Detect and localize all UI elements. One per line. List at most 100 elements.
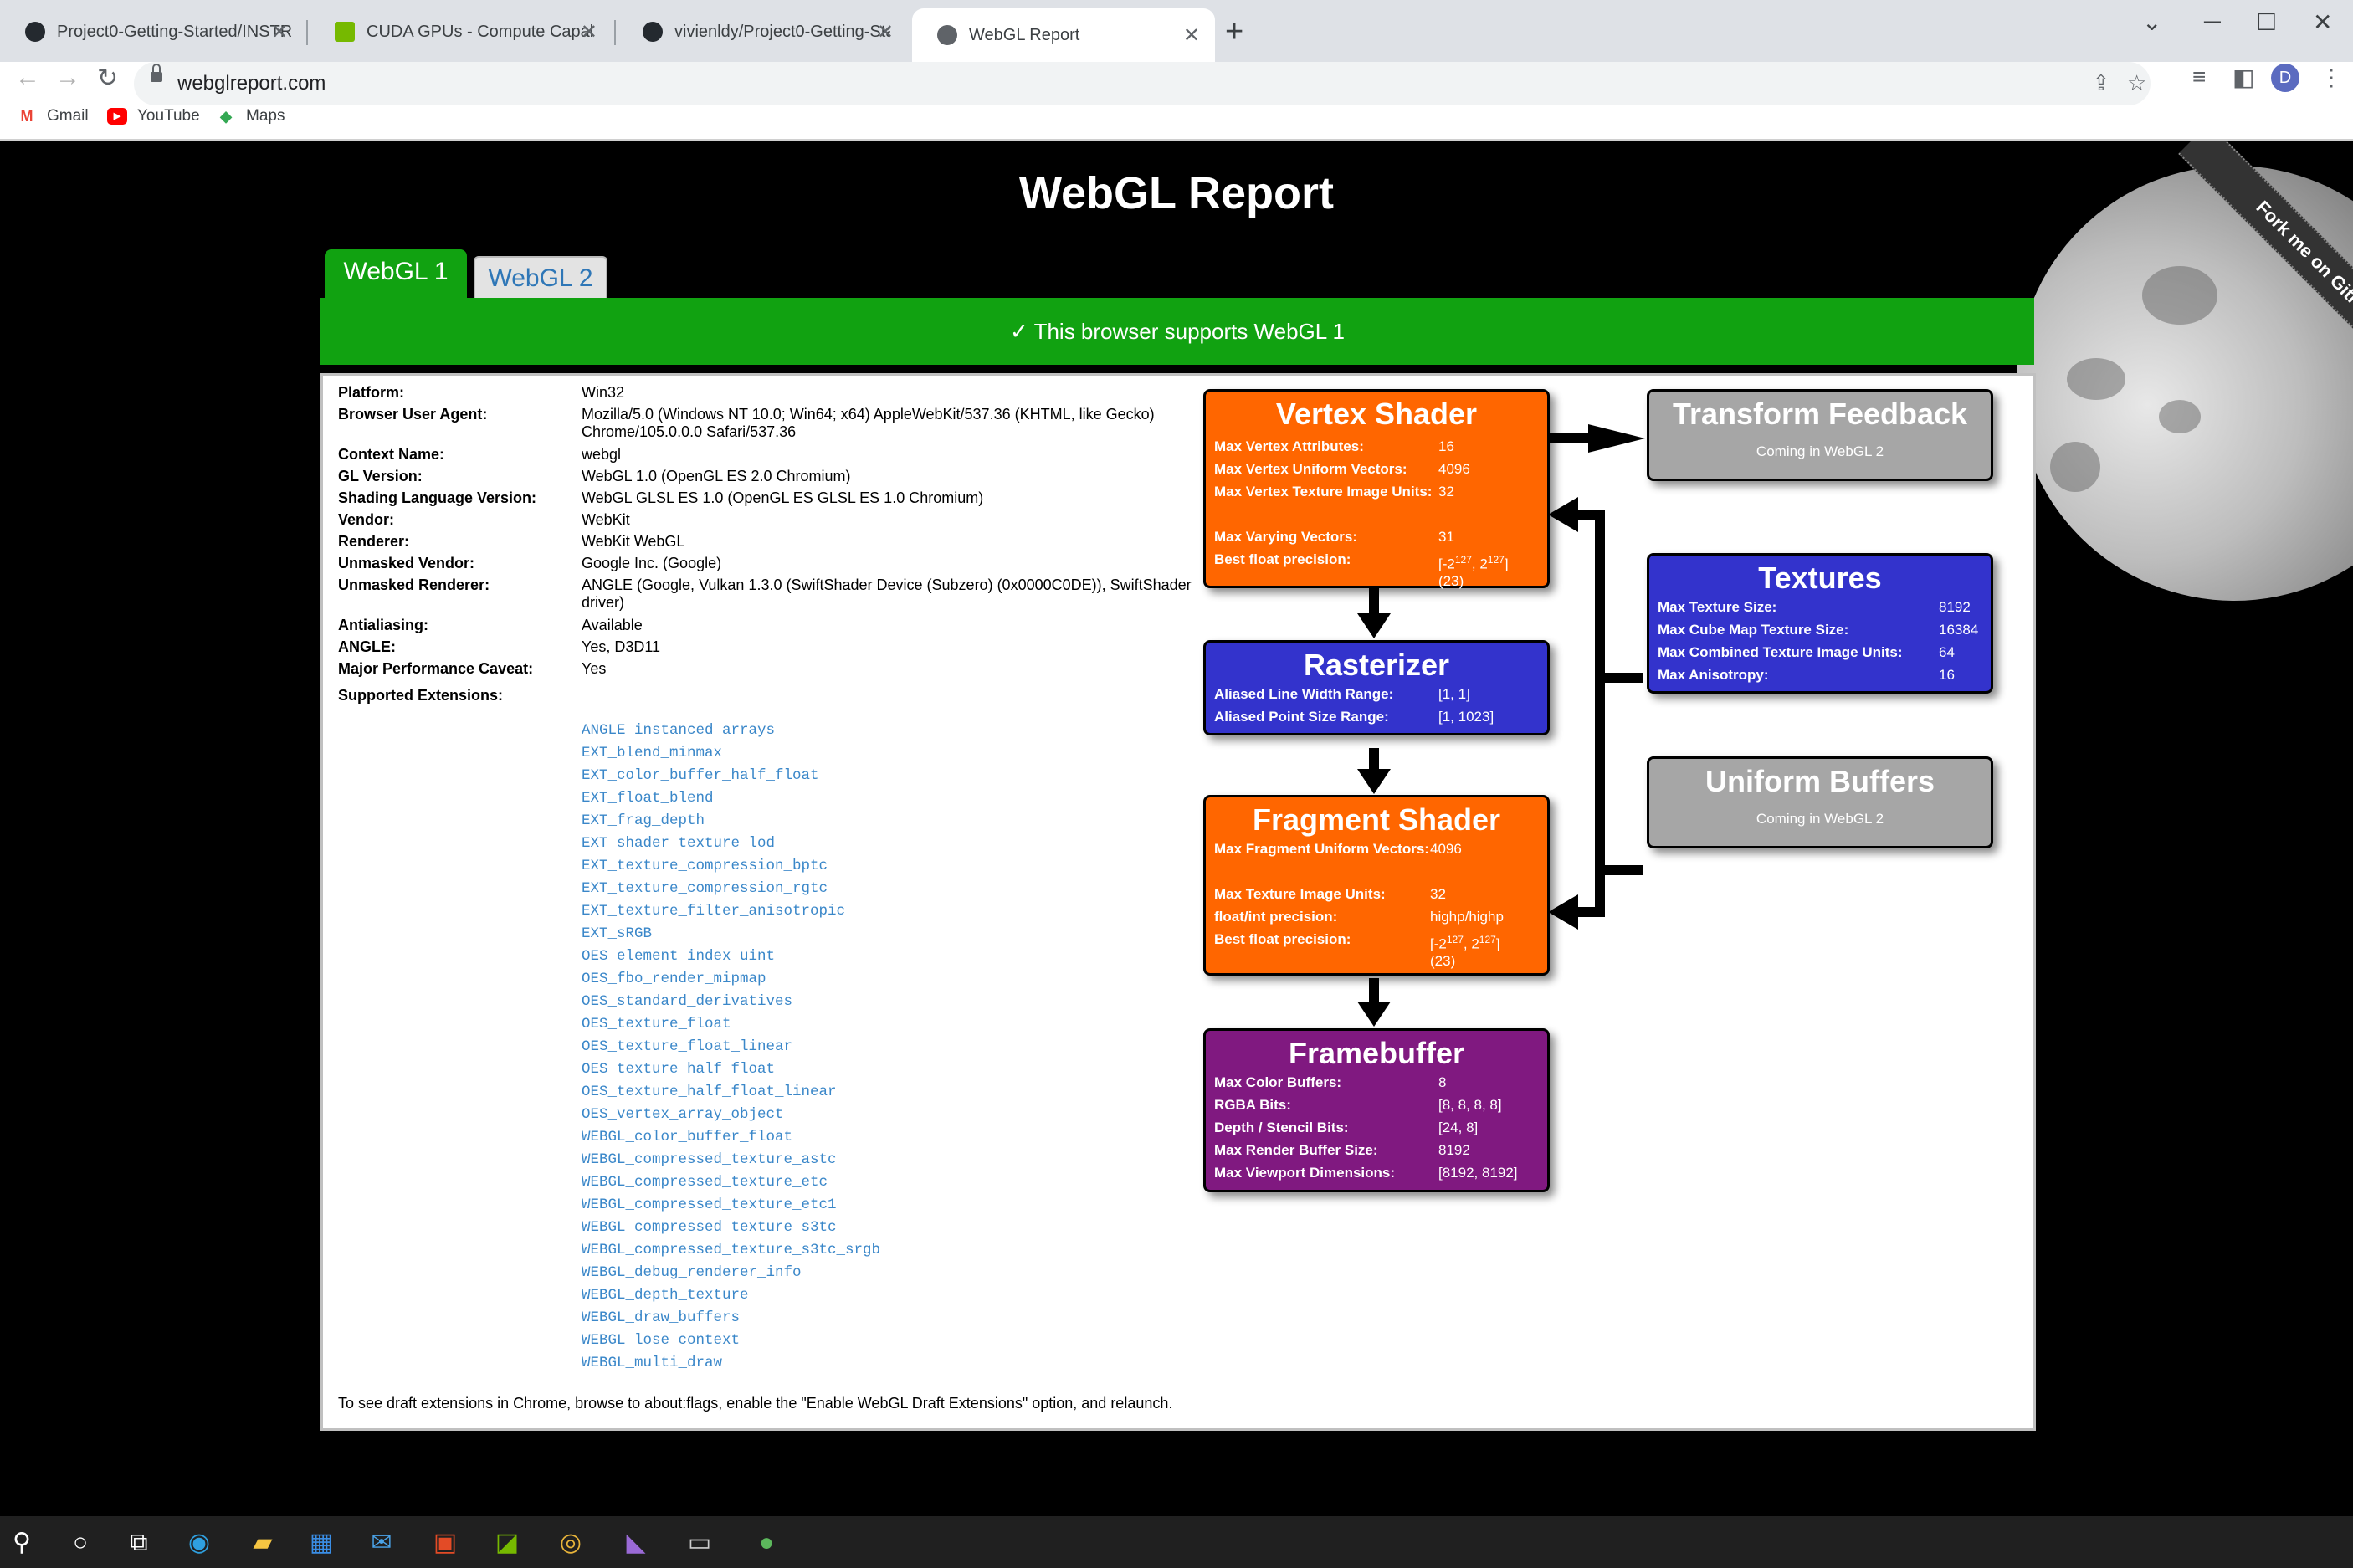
- arrow-to-fragment-from-textures: [1574, 907, 1605, 917]
- maps-icon: ◆: [220, 108, 232, 125]
- pipeline-value: 31: [1438, 529, 1454, 545]
- close-tab-icon[interactable]: ✕: [271, 20, 288, 44]
- uniform-buffers-box: Uniform Buffers Coming in WebGL 2: [1647, 756, 1993, 848]
- lock-icon[interactable]: [151, 64, 162, 82]
- pipeline-label: Max Render Buffer Size:: [1214, 1142, 1378, 1158]
- browser-tab-active[interactable]: WebGL Report ✕: [912, 8, 1215, 62]
- uniform-buffers-title: Uniform Buffers: [1705, 764, 1935, 798]
- moon-crater: [2050, 442, 2100, 492]
- globe-icon: [937, 25, 957, 45]
- browser-tab-title: WebGL Report: [969, 25, 1080, 44]
- pipeline-label: Best float precision:: [1214, 551, 1351, 567]
- nvidia-icon[interactable]: ◪nvidia-icon: [490, 1526, 524, 1560]
- bookmark-label: Maps: [246, 107, 285, 125]
- pipeline-value: 8192: [1939, 599, 1971, 615]
- textures-title: Textures: [1758, 561, 1882, 595]
- pipeline-label: Max Texture Image Units:: [1214, 886, 1386, 902]
- connector-textures: [1605, 673, 1643, 683]
- office-icon[interactable]: ▣office-icon: [428, 1526, 462, 1560]
- pipeline-label: Max Color Buffers:: [1214, 1074, 1342, 1090]
- github-icon: [643, 22, 663, 42]
- url-text[interactable]: webglreport.com: [177, 72, 326, 95]
- close-tab-icon[interactable]: ✕: [1183, 23, 1200, 48]
- address-bar[interactable]: webglreport.com ⇪ ☆: [134, 62, 2151, 105]
- bookmark-star-icon[interactable]: ☆: [2127, 70, 2146, 96]
- bookmark-gmail[interactable]: M Gmail: [17, 104, 89, 129]
- pipeline-value: 8: [1438, 1074, 1447, 1090]
- maximize-button[interactable]: ☐: [2256, 8, 2277, 36]
- pipeline-value: [-2127, 2127] (23): [1438, 554, 1509, 589]
- side-panel-icon[interactable]: ◧: [2233, 64, 2254, 91]
- new-tab-button[interactable]: +: [1225, 13, 1243, 50]
- bookmark-youtube[interactable]: ▶ YouTube: [107, 104, 200, 129]
- browser-tab-3[interactable]: vivienldy/Project0-Getting-Starte ✕: [618, 12, 909, 52]
- pipeline-label: Max Cube Map Texture Size:: [1658, 622, 1849, 638]
- arrow-trunk: [1595, 510, 1605, 917]
- close-window-button[interactable]: ✕: [2313, 8, 2332, 36]
- vertex-shader-box: Vertex Shader Max Vertex Attributes: 16 Ma…: [1203, 389, 1550, 589]
- transform-feedback-title: Transform Feedback: [1672, 397, 1968, 431]
- close-tab-icon[interactable]: ✕: [581, 20, 597, 44]
- pipeline-value: 8192: [1438, 1142, 1470, 1158]
- pipeline-value: 16: [1438, 438, 1454, 454]
- arrow-head: [1357, 613, 1391, 638]
- browser-tab-title: Project0-Getting-Started/INSTRU: [57, 22, 291, 41]
- arrow-to-framebuffer: [1369, 978, 1379, 1005]
- tab-search-icon[interactable]: ⌄: [2142, 8, 2161, 36]
- edge-icon[interactable]: ◉edge-icon: [182, 1526, 216, 1560]
- pipeline-value: [8, 8, 8, 8]: [1438, 1097, 1502, 1113]
- visual-studio-icon[interactable]: ◣visual-studio-icon: [619, 1526, 653, 1560]
- globe-app-icon[interactable]: ●globe-app-icon: [750, 1526, 783, 1560]
- arrow-to-vertex: [1574, 510, 1605, 520]
- bookmark-maps[interactable]: ◆ Maps: [216, 104, 285, 129]
- fragment-shader-title: Fragment Shader: [1252, 802, 1501, 837]
- file-explorer-icon[interactable]: ▰file-explorer-icon: [246, 1526, 279, 1560]
- textures-box: Textures Max Texture Size: 8192 Max Cube M…: [1647, 553, 1993, 694]
- cortana-icon[interactable]: ○cortana-icon: [64, 1526, 97, 1560]
- chrome-icon[interactable]: ◎chrome-icon: [554, 1526, 587, 1560]
- pipeline-value: [8192, 8192]: [1438, 1165, 1518, 1181]
- task-view-icon[interactable]: ⧉task-view-icon: [122, 1526, 156, 1560]
- tab-strip: Project0-Getting-Started/INSTRU ✕ CUDA G…: [0, 0, 2353, 62]
- browser-tab-2[interactable]: CUDA GPUs - Compute Capabilit ✕: [310, 12, 613, 52]
- framebuffer-title: Framebuffer: [1288, 1036, 1465, 1070]
- arrow-head: [1548, 894, 1578, 930]
- pipeline-label: RGBA Bits:: [1214, 1097, 1291, 1113]
- tab-separator: [306, 20, 308, 45]
- menu-icon[interactable]: ⋮: [2320, 64, 2343, 91]
- tab-webgl-2[interactable]: WebGL 2: [474, 256, 607, 300]
- close-tab-icon[interactable]: ✕: [877, 20, 894, 44]
- pipeline-value: [1, 1023]: [1438, 709, 1494, 725]
- pipeline-label: Max Texture Size:: [1658, 599, 1777, 615]
- pipeline-label: Max Varying Vectors:: [1214, 529, 1358, 545]
- browser-tab-1[interactable]: Project0-Getting-Started/INSTRU ✕: [0, 12, 303, 52]
- arrow-head: [1357, 769, 1391, 794]
- windows-taskbar: ⚲search-icon ○cortana-icon ⧉task-view-icon…: [0, 1516, 2353, 1568]
- pipeline-value: 32: [1438, 484, 1454, 500]
- moon-crater: [2159, 400, 2201, 433]
- pipeline-value: 4096: [1430, 841, 1462, 857]
- report-panel: Platform: Win32 Browser User Agent: Mozilla…: [320, 373, 2036, 1431]
- pipeline-label: Max Vertex Texture Image Units:: [1214, 484, 1433, 500]
- rasterizer-title: Rasterizer: [1303, 648, 1450, 682]
- store-icon[interactable]: ▦store-icon: [305, 1526, 338, 1560]
- pipeline-label: Aliased Line Width Range:: [1214, 686, 1394, 702]
- search-icon[interactable]: ⚲search-icon: [5, 1526, 38, 1560]
- coming-soon-note: Coming in WebGL 2: [1756, 443, 1884, 459]
- share-icon[interactable]: ⇪: [2092, 70, 2110, 96]
- pipeline-value: 4096: [1438, 461, 1470, 477]
- forward-button[interactable]: →: [55, 64, 80, 92]
- arrow-head: [1357, 1002, 1391, 1027]
- mail-icon[interactable]: ✉mail-icon: [365, 1526, 398, 1560]
- reading-list-icon[interactable]: ≡: [2192, 64, 2206, 90]
- youtube-icon: ▶: [107, 108, 127, 125]
- support-banner: ✓ This browser supports WebGL 1: [320, 298, 2034, 365]
- pipeline-label: Best float precision:: [1214, 931, 1351, 947]
- pipeline-value: 32: [1430, 886, 1446, 902]
- reload-button[interactable]: ↻: [97, 64, 118, 93]
- back-button[interactable]: ←: [15, 64, 40, 92]
- terminal-icon[interactable]: ▭terminal-icon: [683, 1526, 716, 1560]
- minimize-button[interactable]: ─: [2204, 8, 2221, 35]
- tab-webgl-1[interactable]: WebGL 1: [325, 249, 467, 298]
- profile-avatar[interactable]: D: [2271, 64, 2299, 92]
